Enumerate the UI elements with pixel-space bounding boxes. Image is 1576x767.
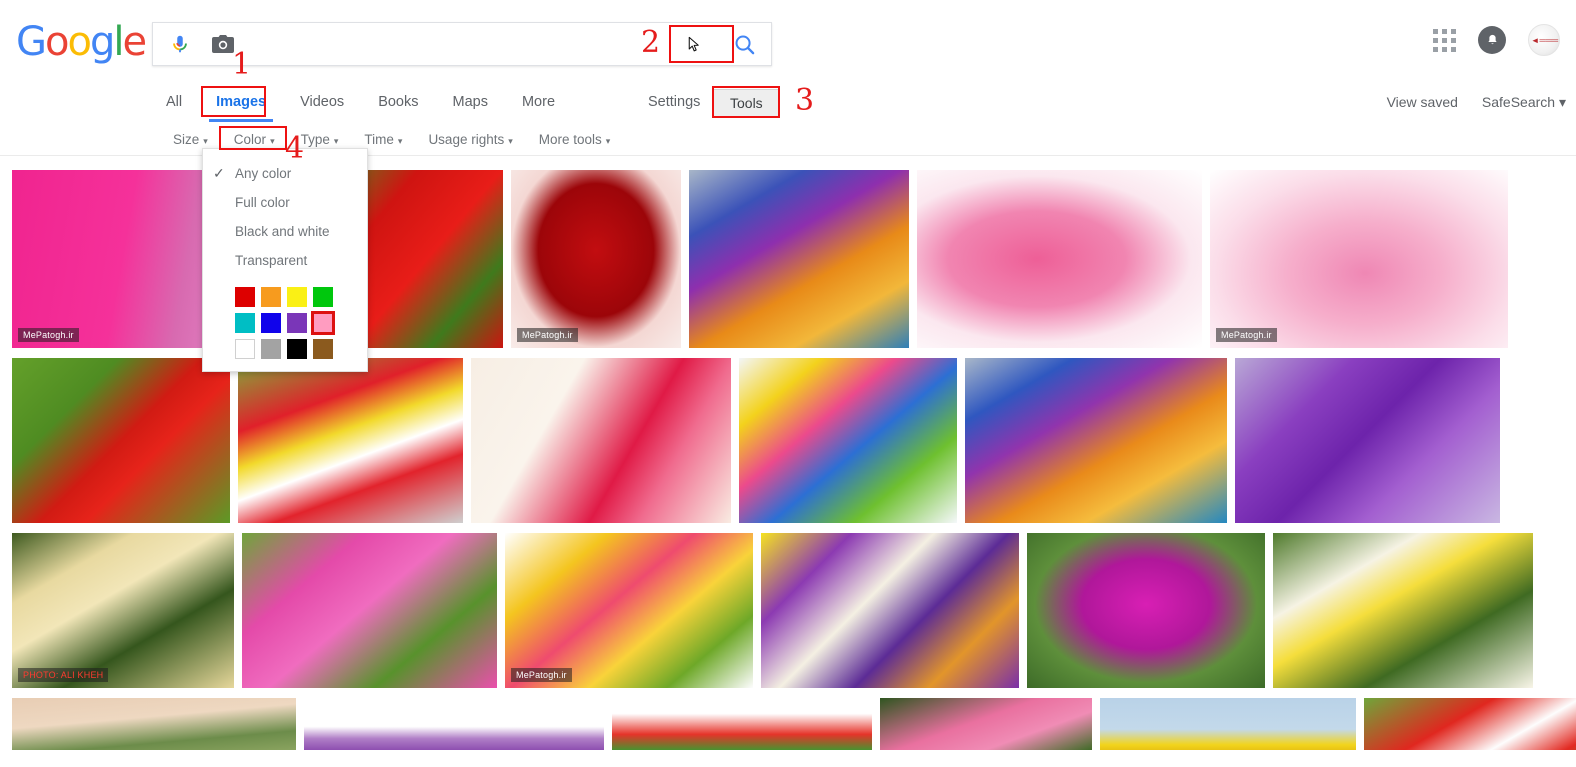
- check-icon: ✓: [213, 165, 225, 181]
- nav-tabs: All Images Videos Books Maps More: [160, 82, 572, 122]
- logo-letter-2: o: [67, 19, 92, 65]
- logo-letter-5: e: [122, 19, 147, 65]
- image-result-purple-roses[interactable]: [1235, 358, 1500, 523]
- color-option-label: Black and white: [235, 224, 330, 239]
- search-submit-button[interactable]: [717, 23, 771, 65]
- color-swatch-black[interactable]: [287, 339, 307, 359]
- mouse-pointer-icon: [671, 36, 717, 53]
- camera-icon[interactable]: [211, 33, 235, 55]
- image-result-flower-box-planter[interactable]: [238, 358, 463, 523]
- image-result-red-white-tulips[interactable]: [1364, 698, 1576, 750]
- image-watermark: MePatogh.ir: [1216, 328, 1277, 342]
- image-result-rainbow-rose[interactable]: [689, 170, 909, 348]
- image-result-roses-on-wood-table[interactable]: [12, 698, 296, 750]
- image-result-white-narcissus[interactable]: [1273, 533, 1533, 688]
- color-swatch-green[interactable]: [313, 287, 333, 307]
- logo-letter-1: o: [45, 19, 70, 65]
- image-result-butterfly-flower-garden[interactable]: [739, 358, 957, 523]
- image-watermark: MePatogh.ir: [517, 328, 578, 342]
- filter-label: Type: [300, 131, 330, 147]
- chevron-down-icon: ▾: [333, 135, 339, 146]
- nav-tab-more[interactable]: More: [505, 82, 572, 122]
- image-result-pink-roses-white-bg[interactable]: [917, 170, 1202, 348]
- color-swatch-white[interactable]: [235, 339, 255, 359]
- bell-icon[interactable]: [1478, 26, 1506, 54]
- chevron-down-icon: ▾: [508, 135, 513, 146]
- color-filter-dropdown[interactable]: ✓ Any color Full color Black and white Trans…: [202, 148, 368, 372]
- color-swatch-brown[interactable]: [313, 339, 333, 359]
- chevron-down-icon: ▾: [203, 135, 208, 146]
- filter-more-tools[interactable]: More tools ▾: [526, 128, 624, 151]
- color-swatch-grid: [235, 287, 367, 359]
- search-bar[interactable]: [152, 22, 772, 66]
- avatar-mark: ◄═══: [1530, 35, 1558, 45]
- color-option-label: Transparent: [235, 253, 308, 268]
- image-result-pink-wildflowers[interactable]: [242, 533, 497, 688]
- nav-right-links: View saved SafeSearch ▾: [1387, 82, 1566, 122]
- safesearch-dropdown[interactable]: SafeSearch ▾: [1482, 94, 1566, 111]
- color-swatch-teal[interactable]: [235, 313, 255, 333]
- filter-label: Size: [173, 131, 200, 147]
- filter-label: Color: [233, 131, 267, 147]
- nav-tab-books[interactable]: Books: [361, 82, 435, 122]
- logo-letter-3: g: [89, 19, 115, 65]
- tools-button[interactable]: Tools: [713, 89, 780, 117]
- color-option-transparent[interactable]: Transparent: [203, 246, 367, 275]
- image-result-rainbow-rose-large[interactable]: [965, 358, 1227, 523]
- color-option-full-color[interactable]: Full color: [203, 188, 367, 217]
- image-watermark: MePatogh.ir: [511, 668, 572, 682]
- image-row-4: [12, 698, 1576, 750]
- settings-link[interactable]: Settings: [648, 82, 700, 122]
- color-option-black-and-white[interactable]: Black and white: [203, 217, 367, 246]
- nav-tab-maps[interactable]: Maps: [436, 82, 505, 122]
- chevron-down-icon: ▾: [397, 135, 403, 146]
- chevron-down-icon: ▾: [270, 135, 275, 146]
- image-watermark: MePatogh.ir: [18, 328, 79, 342]
- color-swatch-purple[interactable]: [287, 313, 307, 333]
- nav-tab-images[interactable]: Images: [199, 82, 283, 122]
- color-swatch-yellow[interactable]: [287, 287, 307, 307]
- logo-letter-0: G: [16, 19, 47, 65]
- filter-label: Time: [364, 131, 394, 147]
- color-option-label: Full color: [235, 195, 290, 210]
- image-result-yellow-sunflower-sky[interactable]: [1100, 698, 1356, 750]
- image-result-red-tulips-white[interactable]: [612, 698, 872, 750]
- avatar[interactable]: ◄═══: [1528, 24, 1560, 56]
- image-result-purple-flower-field[interactable]: [304, 698, 604, 750]
- color-swatch-orange[interactable]: [261, 287, 281, 307]
- color-option-any-color[interactable]: ✓ Any color: [203, 159, 367, 188]
- image-watermark: PHOTO: ALI KHEH: [18, 668, 109, 682]
- image-result-pink-roses-soft[interactable]: MePatogh.ir: [1210, 170, 1508, 348]
- google-logo[interactable]: Google: [16, 19, 147, 65]
- filter-usage-rights[interactable]: Usage rights ▾: [415, 128, 525, 151]
- color-swatch-gray[interactable]: [261, 339, 281, 359]
- nav-tab-videos[interactable]: Videos: [283, 82, 361, 122]
- header-right-controls: ◄═══: [1433, 24, 1560, 56]
- search-input[interactable]: [235, 24, 671, 64]
- nav-tab-all[interactable]: All: [160, 82, 199, 122]
- microphone-icon[interactable]: [169, 31, 191, 57]
- chevron-down-icon: ▾: [605, 135, 611, 146]
- image-result-cream-roses-bush[interactable]: PHOTO: ALI KHEH: [12, 533, 234, 688]
- filter-label: More tools: [538, 131, 602, 147]
- view-saved-link[interactable]: View saved: [1387, 94, 1458, 110]
- color-swatch-blue[interactable]: [261, 313, 281, 333]
- search-nav-row: All Images Videos Books Maps More Settings To…: [0, 82, 1576, 122]
- image-result-red-lips-flower[interactable]: [12, 358, 230, 523]
- filter-label: Usage rights: [428, 131, 505, 147]
- logo-letter-4: l: [113, 19, 124, 65]
- image-result-red-roses-bouquet[interactable]: MePatogh.ir: [511, 170, 681, 348]
- image-result-colorful-tulip-bouquet[interactable]: MePatogh.ir: [505, 533, 753, 688]
- image-result-purple-globe-amaranth[interactable]: [1027, 533, 1265, 688]
- image-row-3: PHOTO: ALI KHEH MePatogh.ir: [12, 533, 1564, 688]
- color-swatch-pink[interactable]: [311, 311, 335, 335]
- color-swatch-red[interactable]: [235, 287, 255, 307]
- image-result-red-white-rose-bud[interactable]: [471, 358, 731, 523]
- color-option-label: Any color: [235, 166, 292, 181]
- apps-grid-icon[interactable]: [1433, 28, 1456, 52]
- page-header: Google ◄═══: [0, 0, 1576, 82]
- image-row-2: [12, 358, 1564, 523]
- image-result-pink-chrysanthemum[interactable]: [880, 698, 1092, 750]
- image-result-pansies-mixed-colors[interactable]: [761, 533, 1019, 688]
